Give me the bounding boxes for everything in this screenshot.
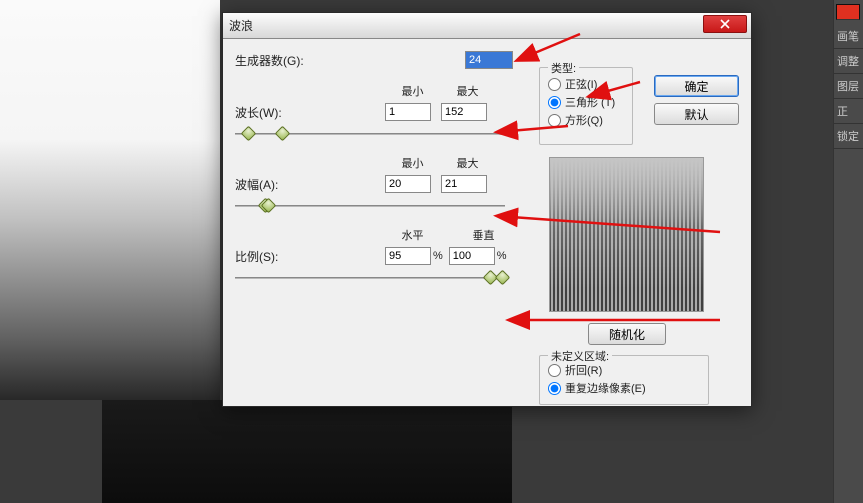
panel-label[interactable]: 调整	[834, 49, 863, 74]
wavelength-label: 波长(W):	[235, 104, 325, 121]
preview-box	[549, 157, 704, 312]
close-icon	[720, 19, 730, 29]
amplitude-label: 波幅(A):	[235, 176, 325, 193]
titlebar[interactable]: 波浪	[223, 13, 751, 39]
scale-slider[interactable]	[235, 271, 505, 285]
amplitude-max-input[interactable]	[441, 175, 487, 193]
amplitude-max-label: 最大	[440, 155, 495, 171]
type-square-radio[interactable]: 方形(Q)	[548, 112, 624, 128]
ok-button[interactable]: 确定	[654, 75, 739, 97]
color-swatch[interactable]	[836, 4, 860, 20]
panel-label[interactable]: 锁定	[834, 124, 863, 149]
wrap-radio[interactable]: 折回(R)	[548, 362, 700, 378]
default-button[interactable]: 默认	[654, 103, 739, 125]
amplitude-min-input[interactable]	[385, 175, 431, 193]
undefined-groupbox: 未定义区域: 折回(R) 重复边缘像素(E)	[539, 355, 709, 405]
panel-label[interactable]: 画笔	[834, 24, 863, 49]
amplitude-slider[interactable]	[235, 199, 505, 213]
close-button[interactable]	[703, 15, 747, 33]
preview-waveform	[550, 158, 703, 311]
scale-vert-label: 垂直	[456, 227, 511, 243]
wave-dialog: 波浪 生成器数(G): 最小 最大 波长(W):	[222, 12, 752, 407]
right-tool-panel: 画笔 调整 图层 正 锁定	[833, 0, 863, 503]
wavelength-min-label: 最小	[385, 83, 440, 99]
canvas-gradient	[0, 0, 220, 400]
generators-input[interactable]	[465, 51, 513, 69]
slider-thumb-min[interactable]	[241, 126, 257, 142]
type-triangle-radio[interactable]: 三角形 (T)	[548, 94, 624, 110]
percent-sign: %	[433, 250, 443, 262]
repeat-radio[interactable]: 重复边缘像素(E)	[548, 380, 700, 396]
scale-horiz-input[interactable]	[385, 247, 431, 265]
type-groupbox: 类型: 正弦(I) 三角形 (T) 方形(Q)	[539, 67, 633, 145]
type-group-title: 类型:	[548, 60, 579, 76]
wavelength-slider[interactable]	[235, 127, 505, 141]
wavelength-max-input[interactable]	[441, 103, 487, 121]
panel-label[interactable]: 正	[834, 99, 863, 124]
scale-label: 比例(S):	[235, 248, 325, 265]
scale-horiz-label: 水平	[385, 227, 440, 243]
scale-vert-input[interactable]	[449, 247, 495, 265]
undefined-group-title: 未定义区域:	[548, 348, 612, 364]
wavelength-max-label: 最大	[440, 83, 495, 99]
dialog-title: 波浪	[229, 17, 253, 34]
type-sine-radio[interactable]: 正弦(I)	[548, 76, 624, 92]
percent-sign: %	[497, 250, 507, 262]
slider-thumb-max[interactable]	[275, 126, 291, 142]
wavelength-min-input[interactable]	[385, 103, 431, 121]
randomize-button[interactable]: 随机化	[588, 323, 666, 345]
canvas-dark-area	[102, 400, 512, 503]
slider-thumb-vert[interactable]	[495, 270, 511, 286]
generators-label: 生成器数(G):	[235, 52, 325, 69]
amplitude-min-label: 最小	[385, 155, 440, 171]
panel-label[interactable]: 图层	[834, 74, 863, 99]
